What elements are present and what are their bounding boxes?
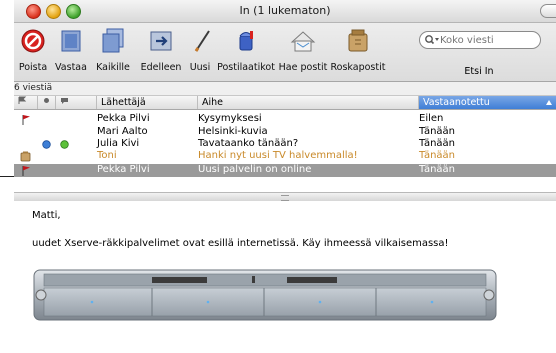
message-subject: Uusi palvelin on online [198,164,312,175]
message-date: Tänään [419,150,456,161]
delete-icon [21,29,45,53]
xserve-server-image [33,269,497,321]
message-subject: Kysymyksesi [198,113,262,124]
mail-window: In (1 lukematon) Poista Vastaa Kaikille … [14,0,556,353]
subject-column-header[interactable]: Aihe [198,96,419,109]
reply-button[interactable]: Vastaa [51,26,91,73]
message-list: Pekka Pilvi Kysymyksesi Eilen Mari Aalto… [14,110,556,192]
get-mail-icon [290,31,316,52]
new-message-button[interactable]: Uusi [187,26,213,73]
message-preview: Matti, uudet Xserve-räkkipalvelimet ovat… [14,201,556,353]
search-field[interactable] [419,31,541,49]
message-sender: Toni [97,150,117,161]
junk-mail-icon [20,151,31,162]
message-date: Eilen [419,113,444,124]
reply-icon [61,30,81,52]
message-sender: Julia Kivi [97,138,140,149]
reply-all-button[interactable]: Kaikille [92,26,134,73]
flag-column-header[interactable] [14,96,38,109]
message-row[interactable]: Mari Aalto Helsinki-kuvia Tänään [14,126,556,138]
toolbar: Poista Vastaa Kaikille Edelleen Uusi Pos… [14,23,556,82]
forward-icon [150,31,172,51]
search-input[interactable] [440,33,536,47]
search-scope-label: Etsi In [464,66,494,77]
get-mail-button[interactable]: Hae postit [278,26,328,73]
compose-icon [194,30,210,52]
mailboxes-button[interactable]: Postilaatikot [214,26,278,73]
date-column-header[interactable]: Vastaanotettu [419,96,556,109]
message-date: Tänään [419,126,456,137]
column-header: Lähettäjä Aihe Vastaanotettu [14,96,556,110]
message-subject: Hanki nyt uusi TV halvemmalla! [198,150,358,161]
message-subject: Tavataanko tänään? [198,138,299,149]
message-sender: Mari Aalto [97,126,148,137]
window-title: In (1 lukematon) [239,4,331,17]
unread-dot-icon [42,140,51,149]
message-sender: Pekka Pilvi [97,164,150,175]
read-status-column-icon [44,98,49,103]
title-bar[interactable]: In (1 lukematon) [14,0,556,23]
message-row[interactable]: Julia Kivi Tavataanko tänään? Tänään [14,138,556,150]
junk-icon [348,29,368,52]
toolbar-toggle-button[interactable] [540,4,556,18]
flag-icon [22,115,30,125]
read-column-header[interactable] [38,96,56,109]
online-status-icon [60,140,69,149]
reply-all-icon [102,28,124,53]
date-column-label: Vastaanotettu [423,97,490,108]
message-count: 6 viestiä [14,83,53,93]
message-count-bar: 6 viestiä [14,82,556,96]
message-date: Tänään [419,138,456,149]
sort-ascending-icon [546,100,552,105]
delete-button[interactable]: Poista [16,26,50,73]
message-date: Tänään [419,164,456,175]
forward-button[interactable]: Edelleen [138,26,184,73]
buddy-column-header[interactable] [56,96,97,109]
flag-column-icon [18,96,27,104]
chat-column-icon [61,98,68,104]
sender-column-header[interactable]: Lähettäjä [97,96,198,109]
message-row[interactable]: Pekka Pilvi Kysymyksesi Eilen [14,113,556,125]
preview-greeting: Matti, [32,210,61,221]
search-icon [425,35,439,45]
message-row[interactable]: Toni Hanki nyt uusi TV halvemmalla! Tänä… [14,150,556,162]
message-row-selected[interactable]: Pekka Pilvi Uusi palvelin on online Tänä… [14,164,556,177]
flag-icon [22,166,30,176]
message-subject: Helsinki-kuvia [198,126,268,137]
junk-button[interactable]: Roskapostit [328,26,388,73]
preview-body: uudet Xserve-räkkipalvelimet ovat esillä… [32,238,449,249]
message-sender: Pekka Pilvi [97,113,150,124]
mailboxes-icon [239,31,253,51]
